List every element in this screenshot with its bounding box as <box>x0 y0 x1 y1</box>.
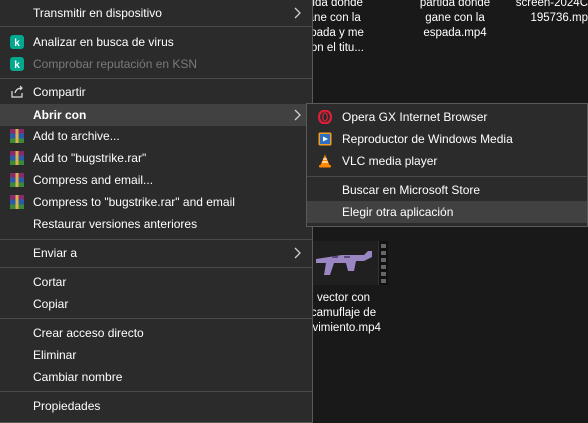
vlc-icon <box>317 153 333 169</box>
menu-item-add-to-archive[interactable]: Add to archive... <box>0 125 312 147</box>
file-label-line: screen-2024C <box>515 0 588 9</box>
film-strip-icon <box>378 241 388 285</box>
menu-item-label: Transmitir en dispositivo <box>33 6 162 20</box>
menu-item-label: Cortar <box>33 275 67 289</box>
menu-separator <box>0 267 312 268</box>
submenu-item-opera-gx[interactable]: Opera GX Internet Browser <box>307 106 587 128</box>
menu-item-propiedades[interactable]: Propiedades <box>0 395 312 417</box>
menu-item-label: Enviar a <box>33 246 78 260</box>
menu-item-label: Comprobar reputación en KSN <box>33 57 198 71</box>
winrar-icon <box>9 172 25 188</box>
submenu-item-label: VLC media player <box>342 154 438 168</box>
menu-item-add-to-rar[interactable]: Add to "bugstrike.rar" <box>0 147 312 169</box>
menu-item-abrir-con[interactable]: Abrir con <box>0 104 312 126</box>
submenu-item-label: Reproductor de Windows Media <box>342 132 513 146</box>
menu-separator <box>0 78 312 79</box>
menu-item-label: Abrir con <box>33 108 87 122</box>
share-icon <box>9 84 25 100</box>
menu-item-cortar[interactable]: Cortar <box>0 271 312 293</box>
menu-item-label: Eliminar <box>33 348 77 362</box>
menu-item-enviar-a[interactable]: Enviar a <box>0 242 312 264</box>
menu-item-label: Cambiar nombre <box>33 370 123 384</box>
menu-item-label: Crear acceso directo <box>33 326 144 340</box>
menu-separator <box>0 239 312 240</box>
submenu-item-elegir-otra[interactable]: Elegir otra aplicación <box>307 201 587 223</box>
submenu-item-windows-media[interactable]: Reproductor de Windows Media <box>307 128 587 150</box>
menu-item-label: Restaurar versiones anteriores <box>33 217 198 231</box>
submenu-item-microsoft-store[interactable]: Buscar en Microsoft Store <box>307 179 587 201</box>
menu-item-analizar-virus[interactable]: k Analizar en busca de virus <box>0 31 312 53</box>
svg-text:k: k <box>14 38 20 49</box>
file-label-line: espada.mp4 <box>423 27 487 39</box>
file-label-line: gane con la <box>425 12 485 24</box>
video-thumbnail[interactable] <box>312 241 388 285</box>
menu-item-label: Add to "bugstrike.rar" <box>33 151 147 165</box>
winrar-icon <box>9 150 25 166</box>
menu-item-label: Add to archive... <box>33 129 120 143</box>
svg-text:k: k <box>14 60 20 71</box>
menu-item-label: Propiedades <box>33 399 101 413</box>
windows-media-player-icon <box>317 131 333 147</box>
menu-separator <box>0 26 312 27</box>
file-label-line: 195736.mp <box>530 12 588 24</box>
submenu-item-label: Elegir otra aplicación <box>342 205 454 219</box>
desktop-file-label-3[interactable]: screen-2024C 195736.mp <box>508 0 588 26</box>
menu-item-cambiar-nombre[interactable]: Cambiar nombre <box>0 366 312 388</box>
menu-item-restaurar-versiones[interactable]: Restaurar versiones anteriores <box>0 213 312 235</box>
context-menu: Transmitir en dispositivo k Analizar en … <box>0 0 313 423</box>
menu-separator <box>0 391 312 392</box>
chevron-right-icon <box>294 109 301 121</box>
menu-item-label: Compress to "bugstrike.rar" and email <box>33 195 235 209</box>
menu-separator <box>307 176 587 177</box>
menu-item-compress-rar-email[interactable]: Compress to "bugstrike.rar" and email <box>0 191 312 213</box>
menu-item-copiar[interactable]: Copiar <box>0 293 312 315</box>
chevron-right-icon <box>294 247 301 259</box>
chevron-right-icon <box>294 7 301 19</box>
submenu-item-label: Opera GX Internet Browser <box>342 110 488 124</box>
gun-thumbnail-icon <box>312 241 376 285</box>
menu-item-compress-email[interactable]: Compress and email... <box>0 169 312 191</box>
submenu-item-label: Buscar en Microsoft Store <box>342 183 481 197</box>
opera-gx-icon <box>317 109 333 125</box>
menu-item-label: Copiar <box>33 297 69 311</box>
submenu-item-vlc[interactable]: VLC media player <box>307 150 587 172</box>
menu-item-eliminar[interactable]: Eliminar <box>0 344 312 366</box>
menu-item-label: Compartir <box>33 85 86 99</box>
menu-item-reputacion-ksn[interactable]: k Comprobar reputación en KSN <box>0 53 312 75</box>
winrar-icon <box>9 194 25 210</box>
menu-item-compartir[interactable]: Compartir <box>0 81 312 103</box>
file-label-line: partida donde <box>419 0 491 9</box>
menu-item-crear-acceso[interactable]: Crear acceso directo <box>0 322 312 344</box>
kaspersky-icon: k <box>9 34 25 50</box>
menu-item-label: Analizar en busca de virus <box>33 35 174 49</box>
desktop-file-label-2[interactable]: partida donde gane con la espada.mp4 <box>400 0 510 41</box>
kaspersky-icon: k <box>9 56 25 72</box>
open-with-submenu: Opera GX Internet Browser Reproductor de… <box>306 103 588 227</box>
menu-item-transmitir[interactable]: Transmitir en dispositivo <box>0 2 312 24</box>
menu-separator <box>0 318 312 319</box>
menu-item-label: Compress and email... <box>33 173 154 187</box>
winrar-icon <box>9 128 25 144</box>
